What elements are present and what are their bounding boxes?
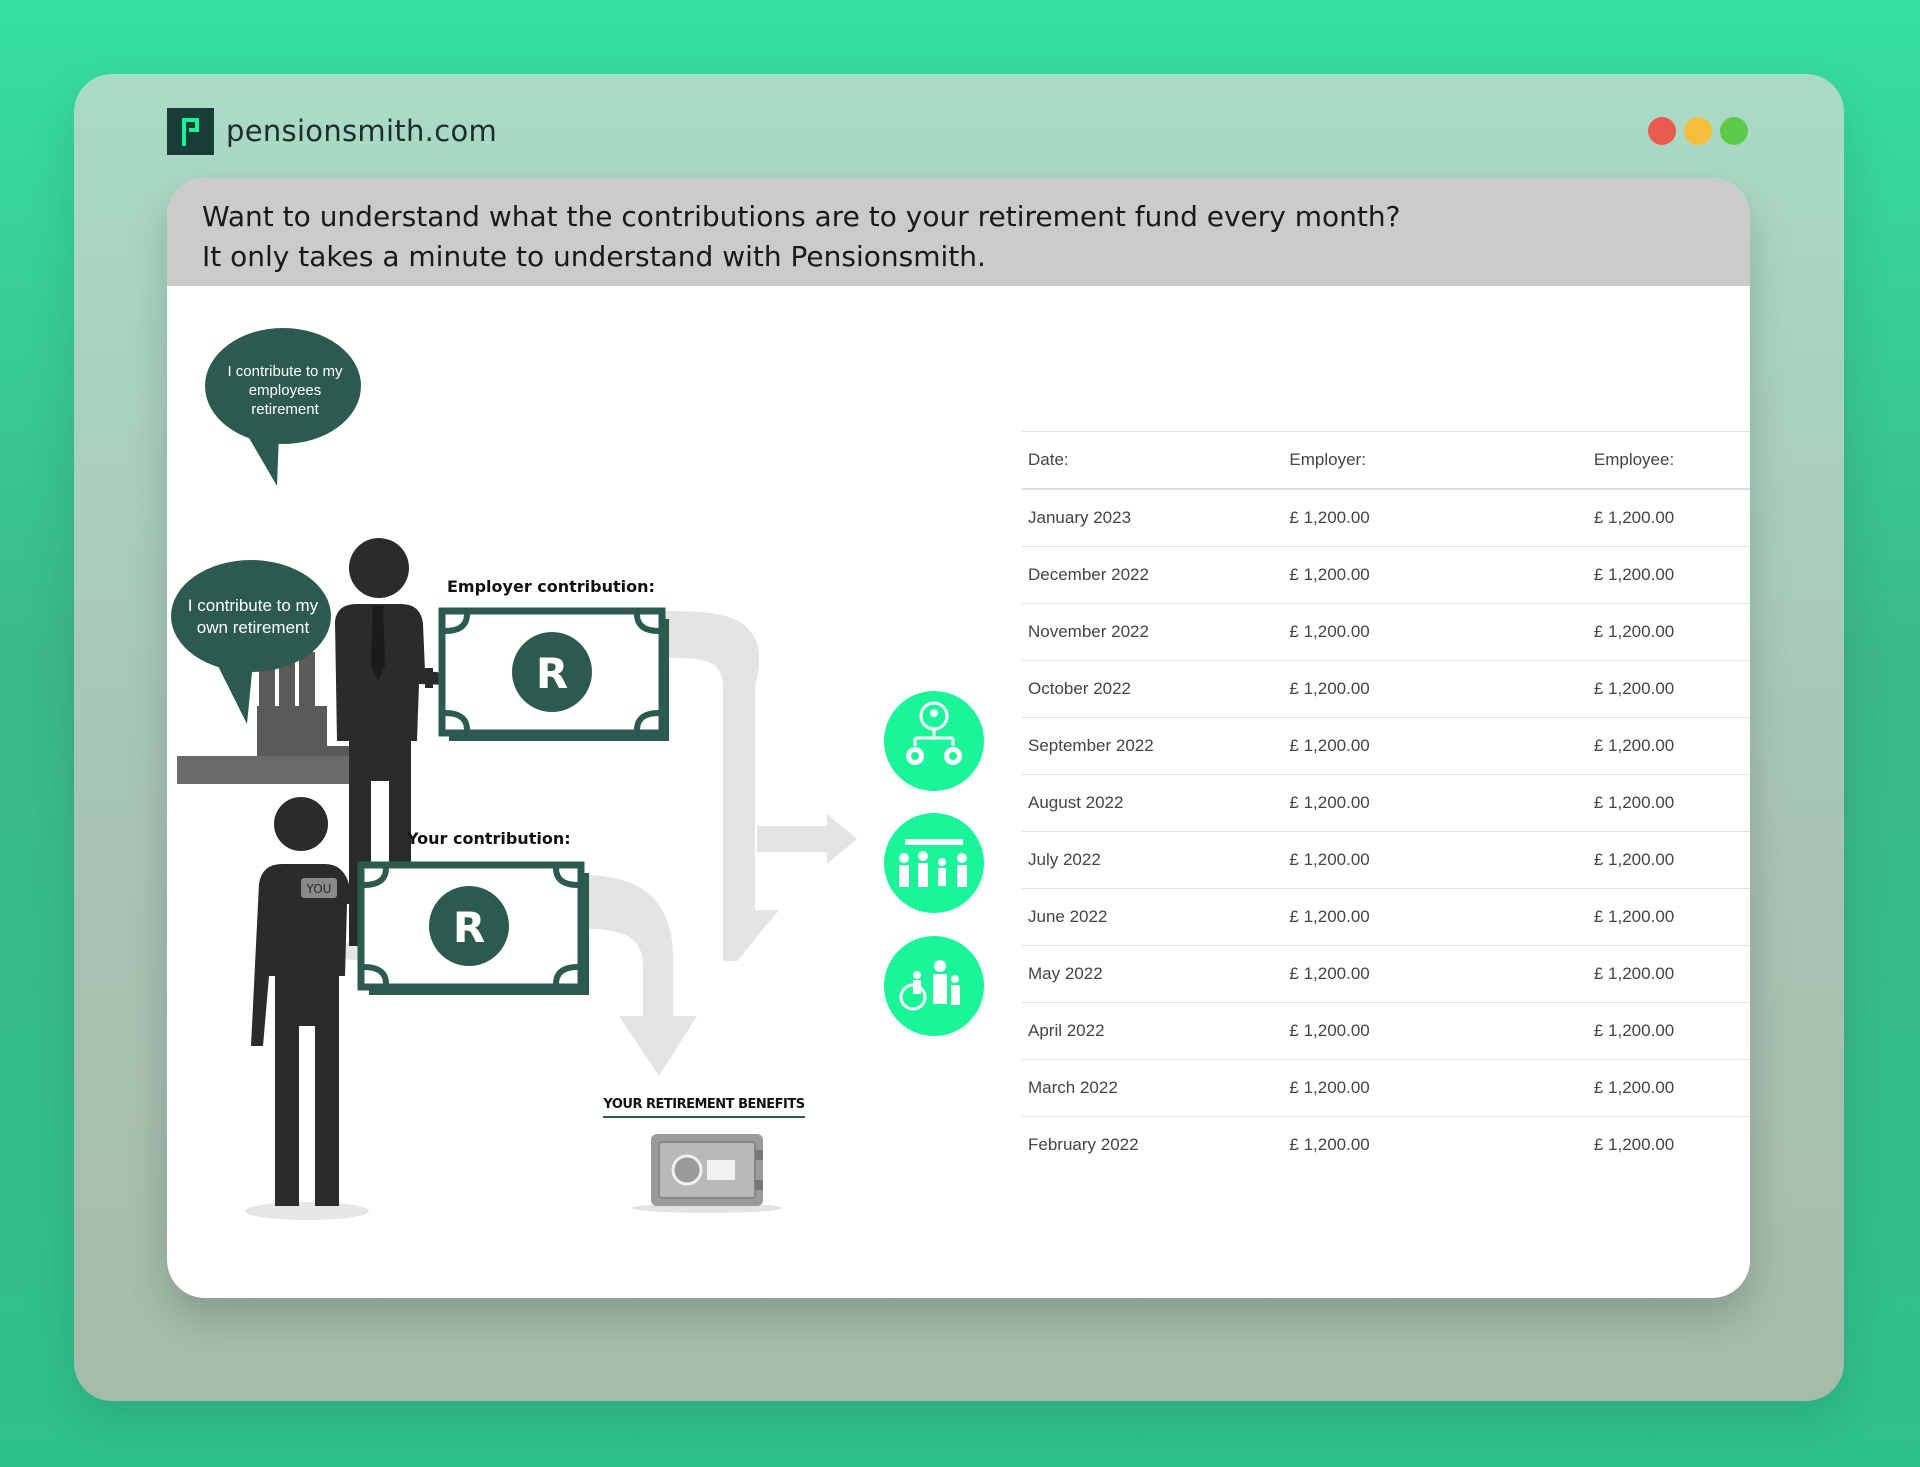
cell-employee: £ 1,200.00 [1593, 907, 1675, 926]
cell-employee: £ 1,200.00 [1593, 736, 1675, 755]
family-care-icon [884, 936, 984, 1036]
cell-employee: £ 1,200.00 [1593, 850, 1675, 869]
column-employer: Employer: [1289, 450, 1366, 469]
cell-date: May 2022 [1028, 964, 1103, 983]
cell-employee: £ 1,200.00 [1593, 1135, 1675, 1154]
cell-employer: £ 1,200.00 [1289, 1078, 1370, 1097]
cell-employer: £ 1,200.00 [1289, 907, 1370, 926]
employer-speech-bubble: I contribute to my employees retirement [205, 328, 361, 486]
safe-icon [632, 1134, 782, 1213]
table-row: August 2022 £ 1,200.00 £ 1,200.00 [1022, 775, 1750, 832]
intro-line-1: Want to understand what the contribution… [202, 200, 1401, 233]
employer-bubble-line3: retirement [251, 401, 319, 418]
employer-bubble-line1: I contribute to my [227, 363, 343, 380]
cell-employer: £ 1,200.00 [1289, 793, 1370, 812]
cell-employer: £ 1,200.00 [1289, 508, 1370, 527]
table-row: February 2022 £ 1,200.00 £ 1,200.00 [1022, 1117, 1750, 1174]
pensionsmith-logo-icon [167, 107, 214, 155]
employee-figure: YOU [245, 797, 399, 1220]
intro-header: Want to understand what the contribution… [167, 178, 1750, 286]
intro-line-2: It only takes a minute to understand wit… [202, 240, 986, 273]
cell-employee: £ 1,200.00 [1593, 679, 1675, 698]
benefits-underline [603, 1116, 805, 1118]
cell-date: July 2022 [1028, 850, 1101, 869]
retirement-benefits-label: YOUR RETIREMENT BENEFITS [602, 1097, 804, 1112]
table-row: July 2022 £ 1,200.00 £ 1,200.00 [1022, 832, 1750, 889]
brand[interactable]: pensionsmith.com [167, 106, 497, 156]
employer-bubble-line2: employees [249, 382, 322, 399]
cell-employer: £ 1,200.00 [1289, 622, 1370, 641]
contribution-illustration: I contribute to my employees retirement … [171, 328, 984, 1220]
you-badge: YOU [306, 882, 332, 896]
table-header-row: Date: Employer: Employee: [1022, 431, 1750, 489]
contributions-table-container: Date: Employer: Employee: January 2023 £ … [1022, 431, 1750, 1173]
cell-employee: £ 1,200.00 [1593, 622, 1675, 641]
column-employee: Employee: [1593, 450, 1675, 469]
cell-employer: £ 1,200.00 [1289, 736, 1370, 755]
window-controls [1648, 117, 1748, 145]
organization-icon [884, 691, 984, 791]
table-row: December 2022 £ 1,200.00 £ 1,200.00 [1022, 547, 1750, 604]
cell-employee: £ 1,200.00 [1593, 565, 1675, 584]
employer-currency-symbol: R [536, 649, 568, 698]
table-row: April 2022 £ 1,200.00 £ 1,200.00 [1022, 1003, 1750, 1060]
cell-employee: £ 1,200.00 [1593, 1021, 1675, 1040]
table-row: January 2023 £ 1,200.00 £ 1,200.00 [1022, 489, 1750, 547]
cell-date: August 2022 [1028, 793, 1124, 812]
family-group-icon [884, 813, 984, 913]
cell-employee: £ 1,200.00 [1593, 793, 1675, 812]
cell-date: March 2022 [1028, 1078, 1118, 1097]
cell-date: June 2022 [1028, 907, 1108, 926]
cell-employee: £ 1,200.00 [1593, 964, 1675, 983]
minimize-button[interactable] [1684, 117, 1712, 145]
cell-date: October 2022 [1028, 679, 1132, 698]
cell-date: September 2022 [1028, 736, 1154, 755]
content-card: Want to understand what the contribution… [167, 178, 1750, 1298]
table-row: November 2022 £ 1,200.00 £ 1,200.00 [1022, 604, 1750, 661]
cell-employee: £ 1,200.00 [1593, 508, 1675, 527]
employer-contribution-label: Employer contribution: [447, 577, 655, 596]
cell-date: February 2022 [1028, 1135, 1139, 1154]
employer-money-icon: R [438, 607, 669, 741]
employee-bubble-line2: own retirement [197, 618, 310, 637]
contributions-table: Date: Employer: Employee: January 2023 £ … [1022, 431, 1750, 1173]
cell-employer: £ 1,200.00 [1289, 1021, 1370, 1040]
cell-date: January 2023 [1028, 508, 1132, 527]
table-row: October 2022 £ 1,200.00 £ 1,200.00 [1022, 661, 1750, 718]
brand-name: pensionsmith.com [226, 114, 498, 148]
cell-date: December 2022 [1028, 565, 1149, 584]
cell-employer: £ 1,200.00 [1289, 679, 1370, 698]
cell-date: November 2022 [1028, 622, 1149, 641]
employee-contribution-label: Your contribution: [406, 829, 571, 848]
cell-employee: £ 1,200.00 [1593, 1078, 1675, 1097]
maximize-button[interactable] [1720, 117, 1748, 145]
cell-employer: £ 1,200.00 [1289, 850, 1370, 869]
cell-employer: £ 1,200.00 [1289, 1135, 1370, 1154]
table-row: September 2022 £ 1,200.00 £ 1,200.00 [1022, 718, 1750, 775]
column-date: Date: [1028, 450, 1069, 469]
employee-bubble-line1: I contribute to my [188, 596, 319, 615]
employee-currency-symbol: R [453, 903, 485, 952]
close-button[interactable] [1648, 117, 1676, 145]
table-row: May 2022 £ 1,200.00 £ 1,200.00 [1022, 946, 1750, 1003]
background-block [177, 756, 349, 784]
cell-date: April 2022 [1028, 1021, 1105, 1040]
table-row: June 2022 £ 1,200.00 £ 1,200.00 [1022, 889, 1750, 946]
table-row: March 2022 £ 1,200.00 £ 1,200.00 [1022, 1060, 1750, 1117]
cell-employer: £ 1,200.00 [1289, 964, 1370, 983]
employee-money-icon: R [357, 861, 589, 995]
cell-employer: £ 1,200.00 [1289, 565, 1370, 584]
